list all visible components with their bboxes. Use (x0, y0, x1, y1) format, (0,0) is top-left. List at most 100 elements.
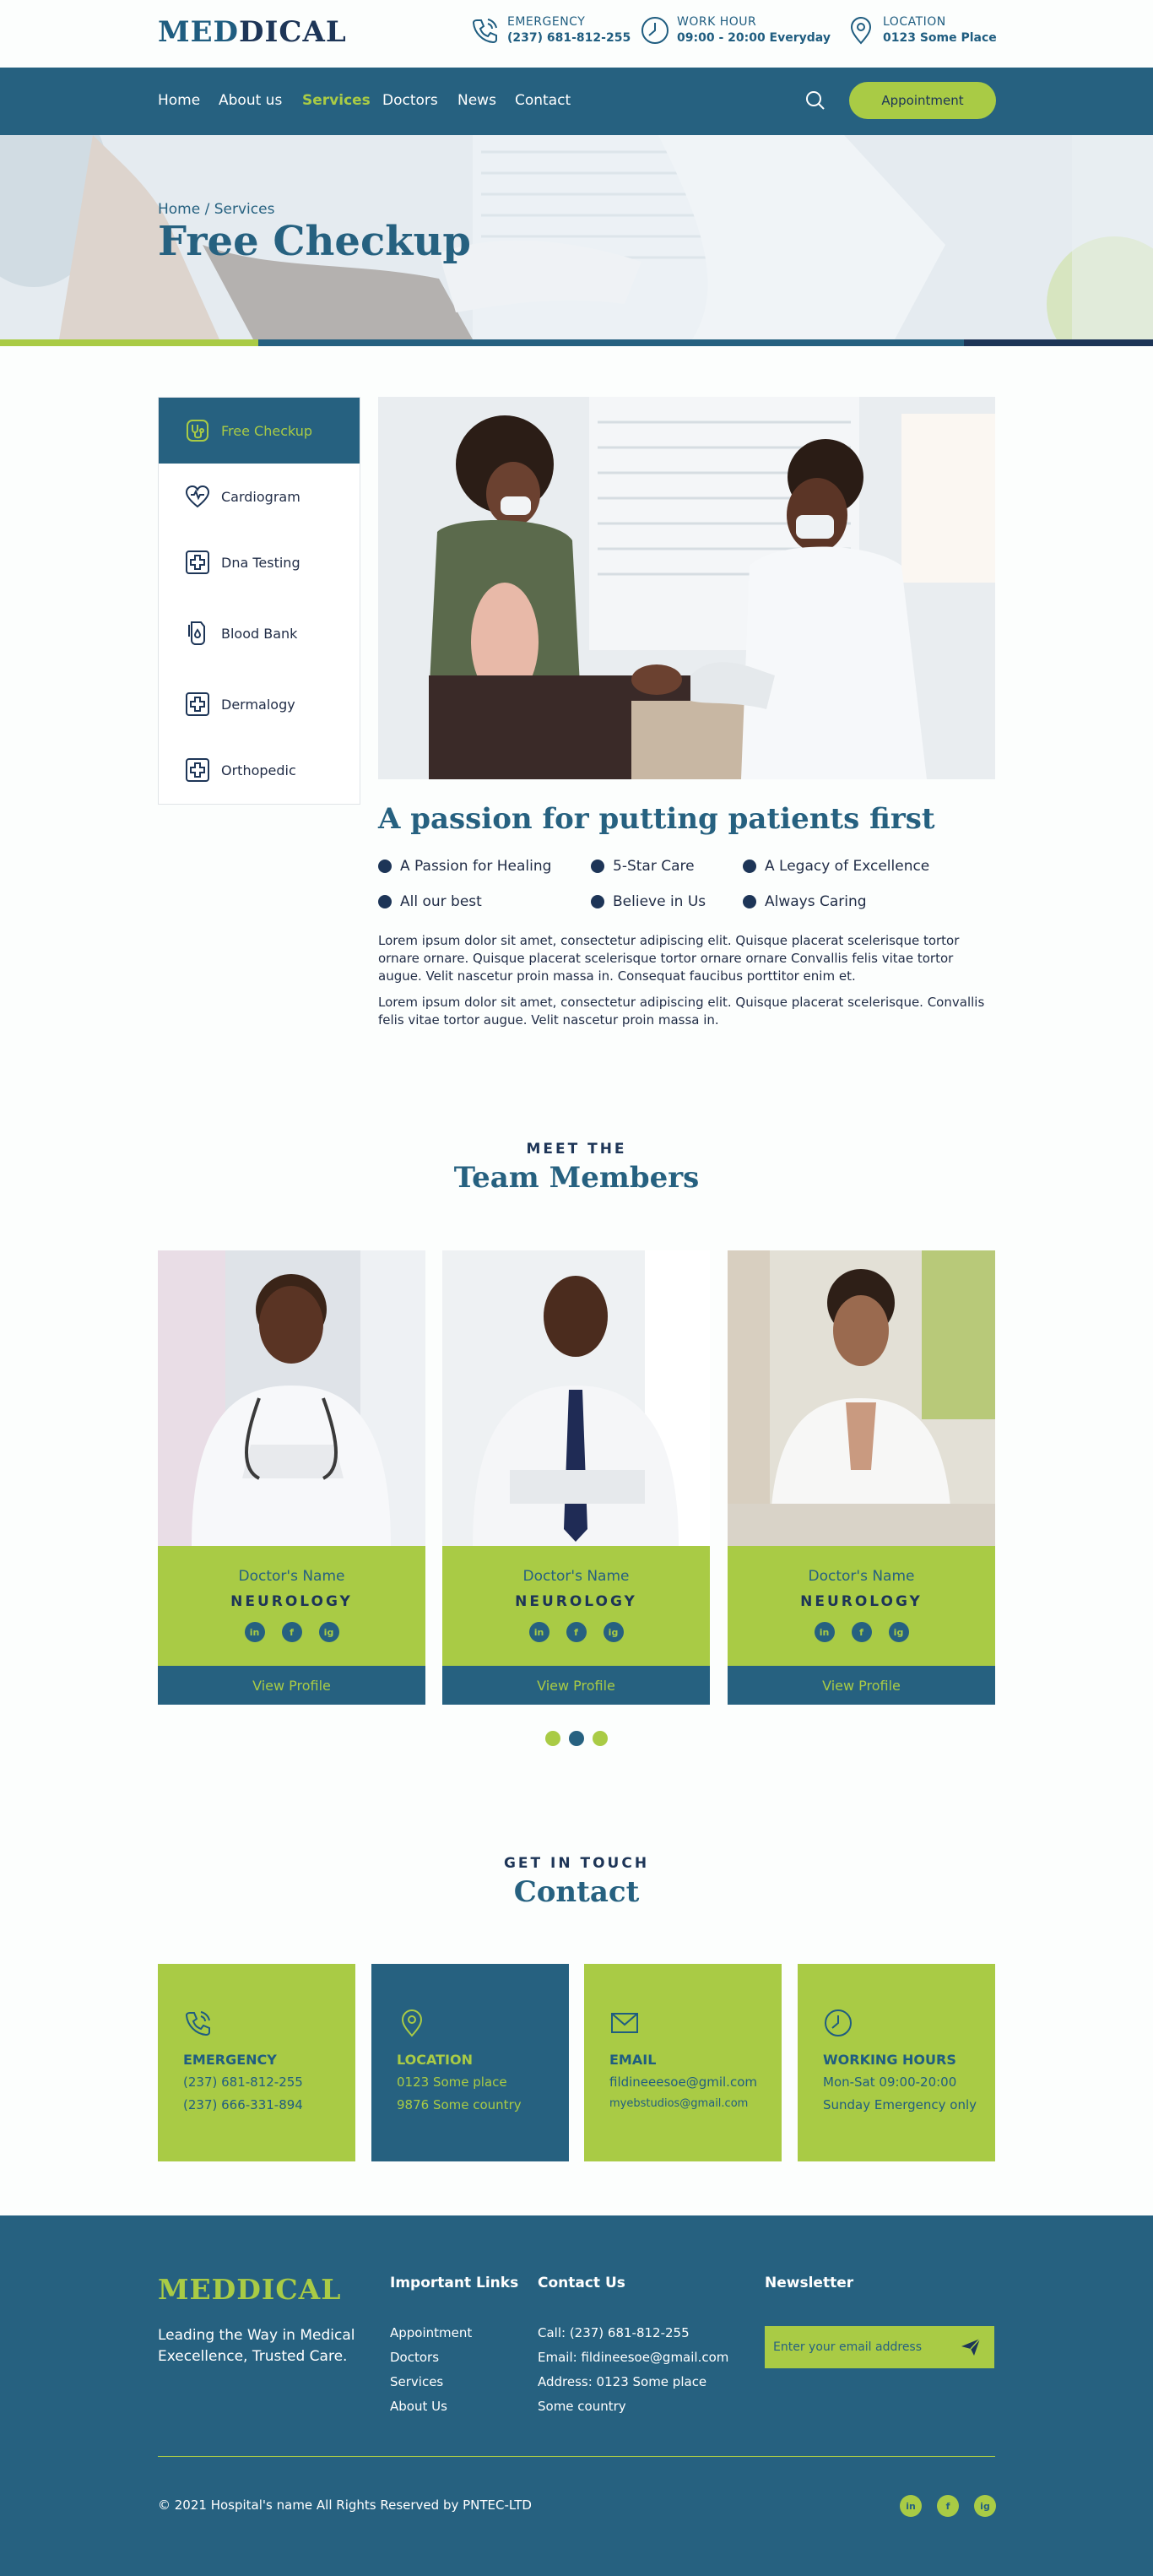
sidebar-item-dermalogy[interactable]: Dermalogy (159, 671, 360, 737)
send-icon[interactable] (961, 2338, 981, 2356)
linkedin-icon[interactable]: in (244, 1622, 265, 1642)
instagram-icon[interactable]: ig (603, 1622, 624, 1642)
carousel-dot[interactable] (545, 1731, 560, 1746)
services-sidebar: Free Checkup Cardiogram Dna Testing Bloo… (158, 397, 360, 805)
location-value: 0123 Some Place (883, 31, 997, 45)
newsletter-email-input[interactable] (765, 2326, 950, 2368)
page-title: Free Checkup (158, 218, 471, 265)
sidebar-item-label: Free Checkup (221, 422, 313, 439)
contact-title: Contact (513, 1875, 640, 1909)
doctor-department: NEUROLOGY (230, 1593, 353, 1610)
team-kicker: MEET THE (526, 1141, 627, 1158)
doctor-card: Doctor's Name NEUROLOGY in f ig View Pro… (442, 1250, 710, 1705)
top-header: MEDDICAL EMERGENCY (237) 681-812-255 WORK… (0, 0, 1153, 68)
sidebar-item-dna-testing[interactable]: Dna Testing (159, 529, 360, 595)
heart-pulse-icon (185, 485, 210, 508)
team-title: Team Members (453, 1161, 700, 1195)
footer-contact-title: Contact Us (538, 2275, 625, 2291)
doctor-department: NEUROLOGY (800, 1593, 923, 1610)
footer-newsletter-title: Newsletter (765, 2275, 854, 2291)
view-profile-button[interactable]: View Profile (728, 1666, 995, 1705)
emergency-label: EMERGENCY (507, 15, 586, 29)
clock-icon (825, 2009, 852, 2036)
nav-home[interactable]: Home (158, 92, 200, 109)
contact-kicker: GET IN TOUCH (503, 1855, 650, 1872)
work-hour-label: WORK HOUR (677, 15, 757, 29)
breadcrumb: Home / Services (158, 201, 275, 218)
stethoscope-icon (187, 420, 208, 442)
sidebar-item-label: Dna Testing (221, 554, 300, 571)
doctor-name: Doctor's Name (808, 1568, 915, 1585)
contact-card-emergency: EMERGENCY (237) 681-812-255 (237) 666-33… (158, 1964, 355, 2161)
footer-link-about-us[interactable]: About Us (390, 2399, 447, 2414)
facebook-icon[interactable]: f (281, 1622, 302, 1642)
footer-contact-call: Call: (237) 681-812-255 (538, 2325, 690, 2340)
linkedin-icon[interactable]: in (900, 2495, 922, 2517)
linkedin-icon[interactable]: in (528, 1622, 549, 1642)
appointment-button[interactable]: Appointment (849, 82, 996, 119)
content-paragraph-2: Lorem ipsum dolor sit amet, consectetur … (378, 995, 985, 1028)
contact-card-location: LOCATION 0123 Some place 9876 Some count… (371, 1964, 569, 2161)
header-emergency: EMERGENCY (237) 681-812-255 (470, 15, 631, 46)
phone-icon (185, 2011, 210, 2036)
sidebar-item-cardiogram[interactable]: Cardiogram (159, 464, 360, 529)
bullet-item: A Passion for Healing (378, 858, 551, 875)
nav-services[interactable]: Services (302, 92, 371, 109)
location-pin-icon (850, 16, 872, 45)
instagram-icon[interactable]: ig (974, 2495, 996, 2517)
carousel-dot-active[interactable] (569, 1731, 584, 1746)
nav-news[interactable]: News (457, 92, 496, 109)
facebook-icon[interactable]: f (566, 1622, 587, 1642)
footer-logo[interactable]: MEDDICAL (158, 2273, 341, 2306)
contact-card-email: EMAIL fildineeesoe@gmil.com myebstudios@… (584, 1964, 782, 2161)
doctor-name: Doctor's Name (522, 1568, 630, 1585)
header-location: LOCATION 0123 Some Place (846, 15, 997, 46)
carousel-dot[interactable] (593, 1731, 608, 1746)
sidebar-item-free-checkup[interactable]: Free Checkup (159, 398, 360, 464)
medical-cross-icon (186, 550, 209, 574)
instagram-icon[interactable]: ig (318, 1622, 339, 1642)
contact-card-working-hours: WORKING HOURS Mon-Sat 09:00-20:00 Sunday… (798, 1964, 995, 2161)
bullet-item: Believe in Us (591, 893, 706, 910)
linkedin-icon[interactable]: in (814, 1622, 835, 1642)
doctor-photo (728, 1250, 995, 1546)
bullet-item: All our best (378, 893, 482, 910)
header-work-hour: WORK HOUR 09:00 - 20:00 Everyday (640, 15, 831, 46)
mail-icon (611, 2013, 638, 2033)
facebook-icon[interactable]: f (937, 2495, 959, 2517)
sidebar-item-label: Orthopedic (221, 762, 296, 778)
newsletter-form (765, 2326, 994, 2368)
instagram-icon[interactable]: ig (888, 1622, 909, 1642)
view-profile-button[interactable]: View Profile (158, 1666, 425, 1705)
content-paragraph-1: Lorem ipsum dolor sit amet, consectetur … (378, 933, 960, 984)
copyright: © 2021 Hospital's name All Rights Reserv… (158, 2497, 532, 2513)
medical-cross-icon (186, 758, 209, 782)
logo[interactable]: MEDDICAL (158, 15, 347, 49)
footer-link-appointment[interactable]: Appointment (390, 2325, 472, 2340)
footer-contact-country: Some country (538, 2399, 626, 2414)
sidebar-item-label: Dermalogy (221, 696, 295, 713)
emergency-value: (237) 681-812-255 (507, 31, 631, 45)
bullet-item: A Legacy of Excellence (743, 858, 929, 875)
footer-contact-address: Address: 0123 Some place (538, 2374, 707, 2389)
bullet-item: 5-Star Care (591, 858, 695, 875)
doctor-department: NEUROLOGY (515, 1593, 637, 1610)
nav-about-us[interactable]: About us (219, 92, 282, 109)
doctor-card: Doctor's Name NEUROLOGY in f ig View Pro… (158, 1250, 425, 1705)
search-icon[interactable] (804, 89, 826, 111)
nav-doctors[interactable]: Doctors (382, 92, 438, 109)
nav-contact[interactable]: Contact (515, 92, 571, 109)
medical-cross-icon (186, 692, 209, 716)
sidebar-item-orthopedic[interactable]: Orthopedic (159, 737, 360, 803)
footer-link-doctors[interactable]: Doctors (390, 2350, 439, 2365)
clock-icon (641, 17, 669, 44)
view-profile-button[interactable]: View Profile (442, 1666, 710, 1705)
hero-banner: Home / Services Free Checkup (0, 135, 1153, 339)
sidebar-item-label: Blood Bank (221, 625, 298, 642)
footer-contact-email: Email: fildineesoe@gmail.com (538, 2350, 729, 2365)
content-title: A passion for putting patients first (378, 802, 935, 836)
facebook-icon[interactable]: f (851, 1622, 872, 1642)
footer-link-services[interactable]: Services (390, 2374, 443, 2389)
sidebar-item-blood-bank[interactable]: Blood Bank (159, 595, 360, 671)
blood-bag-icon (188, 621, 205, 645)
